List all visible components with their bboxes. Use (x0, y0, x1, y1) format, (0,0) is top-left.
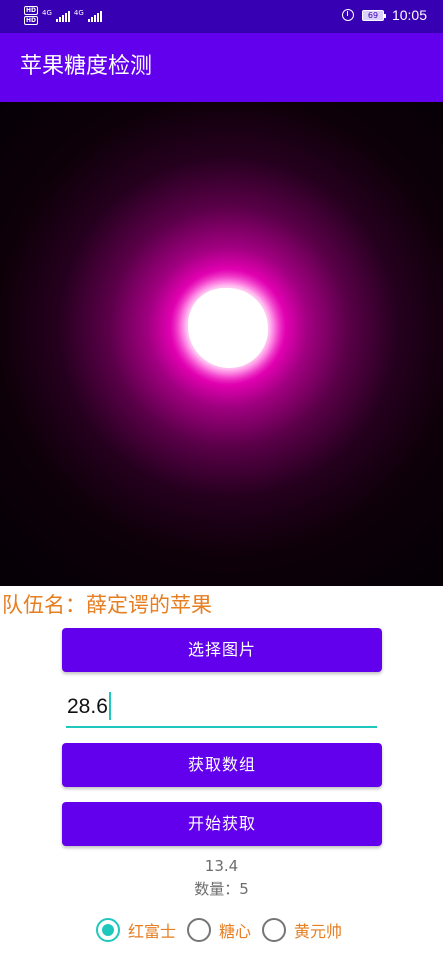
radio-label: 黄元帅 (294, 922, 343, 941)
hd-badge-2: HD (24, 16, 39, 25)
team-name: 队伍名：薛定谔的苹果 (2, 593, 212, 617)
radio-checked-icon (96, 918, 120, 942)
radio-huangyuanshuai[interactable]: 黄元帅 (262, 918, 342, 942)
radio-label: 红富士 (128, 922, 177, 941)
radio-tangxin[interactable]: 糖心 (187, 918, 251, 942)
status-bar: HD HD 4G 4G 69 10:05 (0, 0, 443, 33)
app-title: 苹果糖度检测 (20, 54, 153, 79)
input-underline (66, 726, 377, 728)
radio-unchecked-icon (187, 918, 212, 942)
start-fetch-button[interactable]: 开始获取 (62, 802, 382, 846)
app-bar: 苹果糖度检测 (0, 33, 443, 102)
light-spot (188, 288, 268, 368)
radio-hongfushi[interactable]: 红富士 (96, 918, 176, 942)
radio-unchecked-icon (262, 918, 287, 942)
hd-badge-1: HD (24, 6, 39, 15)
status-right: 69 10:05 (341, 7, 427, 23)
signal-icon (55, 10, 70, 22)
network-label-1: 4G (42, 8, 52, 17)
text-caret (109, 692, 111, 720)
result-value: 13.4 (204, 857, 239, 875)
alarm-icon (341, 9, 354, 21)
radio-label: 糖心 (219, 922, 252, 941)
select-image-button[interactable]: 选择图片 (62, 628, 382, 672)
battery-icon: 69 (361, 9, 386, 21)
get-array-button[interactable]: 获取数组 (62, 743, 382, 787)
network-label-2: 4G (73, 8, 84, 17)
apple-variety-radio-group: 红富士 糖心 黄元帅 (96, 916, 353, 944)
value-input[interactable]: 28.6 (66, 686, 377, 728)
signal-icon (87, 10, 102, 22)
status-time: 10:05 (391, 7, 427, 23)
status-left: HD HD 4G 4G (24, 6, 102, 25)
value-input-text: 28.6 (67, 695, 108, 718)
result-count: 数量：5 (194, 880, 249, 898)
hd-badges: HD HD (24, 6, 39, 25)
photo-preview (0, 102, 443, 586)
